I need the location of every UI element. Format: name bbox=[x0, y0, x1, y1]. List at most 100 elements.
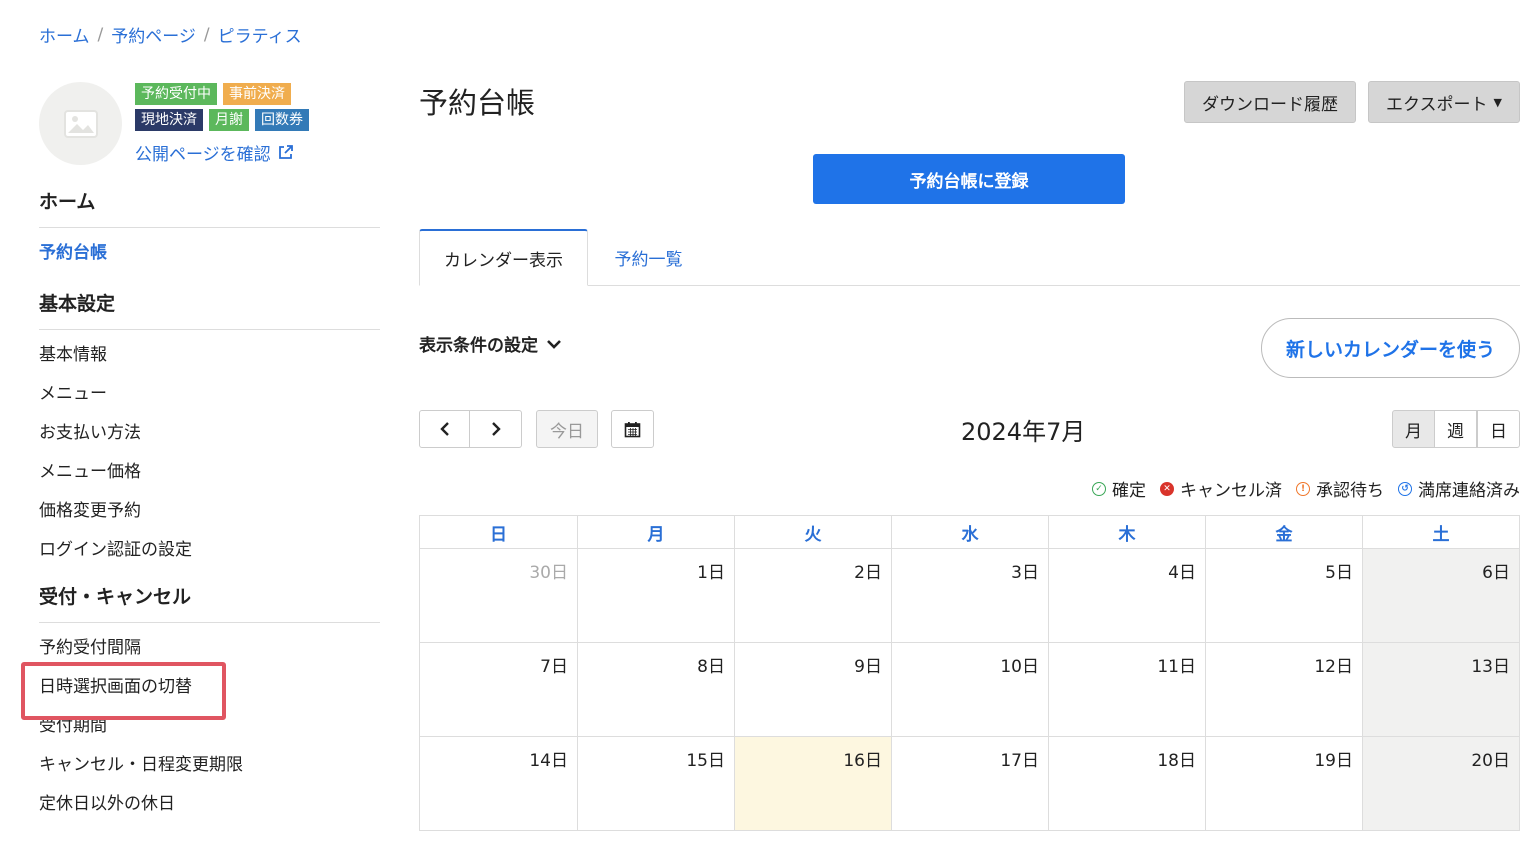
weekday-sun: 日 bbox=[490, 524, 507, 545]
sidebar-item-login-auth[interactable]: ログイン認証の設定 bbox=[39, 537, 380, 583]
sidebar-nav: ホーム 予約台帳 基本設定 基本情報 メニュー お支払い方法 メニュー価格 価格… bbox=[21, 188, 380, 830]
legend-cancelled-label: キャンセル済 bbox=[1180, 481, 1282, 501]
next-month-button[interactable] bbox=[469, 410, 522, 448]
date-picker-button[interactable] bbox=[611, 410, 654, 448]
weekday-sat: 土 bbox=[1362, 516, 1519, 548]
download-history-button[interactable]: ダウンロード履歴 bbox=[1184, 81, 1356, 123]
export-button[interactable]: エクスポート ▼ bbox=[1368, 81, 1520, 123]
caret-down-icon: ▼ bbox=[1493, 95, 1502, 109]
calendar-day-cell[interactable]: 10日 bbox=[891, 643, 1048, 736]
view-week-button[interactable]: 週 bbox=[1434, 410, 1477, 448]
x-circle-icon: ✕ bbox=[1160, 481, 1174, 496]
breadcrumb: ホーム / 予約ページ / ピラティス bbox=[39, 22, 302, 48]
calendar-day-cell[interactable]: 4日 bbox=[1048, 549, 1205, 642]
calendar-week: 14日 15日 16日 17日 18日 19日 20日 bbox=[420, 737, 1519, 831]
chevron-left-icon bbox=[439, 422, 449, 436]
calendar-day-cell[interactable]: 18日 bbox=[1048, 737, 1205, 830]
breadcrumb-home[interactable]: ホーム bbox=[39, 22, 90, 47]
legend-confirmed-label: 確定 bbox=[1112, 481, 1146, 501]
refresh-circle-icon: ↺ bbox=[1398, 481, 1412, 496]
calendar-icon bbox=[624, 421, 641, 437]
sidebar-item-price-change[interactable]: 価格変更予約 bbox=[39, 498, 380, 537]
view-month-button[interactable]: 月 bbox=[1392, 410, 1435, 448]
breadcrumb-separator: / bbox=[97, 24, 104, 45]
new-calendar-button[interactable]: 新しいカレンダーを使う bbox=[1261, 318, 1520, 378]
check-circle-icon: ✓ bbox=[1092, 481, 1106, 496]
calendar-week: 30日 1日 2日 3日 4日 5日 6日 bbox=[420, 549, 1519, 643]
calendar-day-cell[interactable]: 12日 bbox=[1205, 643, 1362, 736]
calendar-day-cell[interactable]: 6日 bbox=[1362, 549, 1519, 642]
chevron-right-icon bbox=[491, 422, 501, 436]
legend-confirmed: ✓ 確定 bbox=[1092, 476, 1146, 501]
badge-onsite-payment: 現地決済 bbox=[135, 109, 203, 131]
exclamation-circle-icon: ! bbox=[1296, 481, 1310, 496]
weekday-fri: 金 bbox=[1205, 516, 1362, 548]
nav-section-reception: 受付・キャンセル bbox=[39, 583, 380, 623]
breadcrumb-separator: / bbox=[203, 24, 210, 45]
calendar-day-cell[interactable]: 20日 bbox=[1362, 737, 1519, 830]
weekday-mon: 月 bbox=[577, 516, 734, 548]
calendar-day-cell[interactable]: 8日 bbox=[577, 643, 734, 736]
register-reservation-button[interactable]: 予約台帳に登録 bbox=[813, 154, 1125, 204]
calendar-day-cell[interactable]: 13日 bbox=[1362, 643, 1519, 736]
calendar-day-cell[interactable]: 5日 bbox=[1205, 549, 1362, 642]
calendar-day-cell[interactable]: 17日 bbox=[891, 737, 1048, 830]
badge-monthly: 月謝 bbox=[209, 109, 249, 131]
public-page-link-label: 公開ページを確認 bbox=[135, 145, 271, 165]
calendar-day-cell[interactable]: 19日 bbox=[1205, 737, 1362, 830]
tab-reservation-list[interactable]: 予約一覧 bbox=[591, 229, 706, 286]
calendar-day-cell[interactable]: 14日 bbox=[420, 737, 577, 830]
calendar-day-cell[interactable]: 30日 bbox=[420, 549, 577, 642]
view-day-button[interactable]: 日 bbox=[1477, 410, 1520, 448]
avatar bbox=[39, 82, 122, 165]
public-page-link[interactable]: 公開ページを確認 bbox=[135, 140, 294, 165]
calendar-weekday-header: 日 月 火 水 木 金 土 bbox=[420, 516, 1519, 549]
badge-accepting: 予約受付中 bbox=[135, 83, 217, 105]
display-conditions-label: 表示条件の設定 bbox=[419, 336, 538, 356]
nav-section-basic-settings: 基本設定 bbox=[39, 290, 380, 330]
calendar-day-cell-today[interactable]: 16日 bbox=[734, 737, 891, 830]
chevron-down-icon bbox=[547, 339, 561, 349]
breadcrumb-reservation-page[interactable]: 予約ページ bbox=[111, 22, 196, 47]
tab-calendar[interactable]: カレンダー表示 bbox=[419, 229, 588, 286]
prev-month-button[interactable] bbox=[419, 410, 470, 448]
sidebar-item-payment-method[interactable]: お支払い方法 bbox=[39, 420, 380, 459]
nav-section-home[interactable]: ホーム bbox=[39, 188, 380, 228]
display-conditions-toggle[interactable]: 表示条件の設定 bbox=[419, 331, 562, 356]
calendar-day-cell[interactable]: 9日 bbox=[734, 643, 891, 736]
calendar-day-cell[interactable]: 7日 bbox=[420, 643, 577, 736]
weekday-thu: 木 bbox=[1048, 516, 1205, 548]
external-link-icon bbox=[278, 145, 293, 159]
calendar-day-cell[interactable]: 1日 bbox=[577, 549, 734, 642]
calendar-day-cell[interactable]: 11日 bbox=[1048, 643, 1205, 736]
export-label: エクスポート bbox=[1386, 94, 1488, 115]
status-legend: ✓ 確定 ✕ キャンセル済 ! 承認待ち ↺ 満席連絡済み bbox=[1092, 476, 1520, 501]
sidebar-item-menu[interactable]: メニュー bbox=[39, 381, 380, 420]
calendar-day-cell[interactable]: 15日 bbox=[577, 737, 734, 830]
breadcrumb-current[interactable]: ピラティス bbox=[218, 22, 302, 47]
badge-tickets: 回数券 bbox=[255, 109, 309, 131]
status-badges: 予約受付中 事前決済 現地決済 月謝 回数券 bbox=[135, 83, 385, 135]
calendar-month-title: 2024年7月 bbox=[961, 418, 1086, 446]
legend-full: ↺ 満席連絡済み bbox=[1398, 476, 1520, 501]
calendar-day-cell[interactable]: 2日 bbox=[734, 549, 891, 642]
calendar-week: 7日 8日 9日 10日 11日 12日 13日 bbox=[420, 643, 1519, 737]
sidebar-item-basic-info[interactable]: 基本情報 bbox=[39, 342, 380, 381]
sidebar-item-reservation-book[interactable]: 予約台帳 bbox=[39, 240, 380, 290]
legend-full-label: 満席連絡済み bbox=[1418, 481, 1520, 501]
sidebar-item-datetime-screen[interactable]: 日時選択画面の切替 bbox=[21, 662, 380, 720]
weekday-tue: 火 bbox=[734, 516, 891, 548]
legend-pending-label: 承認待ち bbox=[1316, 481, 1384, 501]
today-button[interactable]: 今日 bbox=[536, 410, 598, 448]
legend-cancelled: ✕ キャンセル済 bbox=[1160, 476, 1282, 501]
calendar-grid: 日 月 火 水 木 金 土 30日 1日 2日 3日 4日 5日 6日 7日 8… bbox=[419, 515, 1520, 831]
sidebar-item-holidays[interactable]: 定休日以外の休日 bbox=[39, 791, 380, 830]
view-tabs: カレンダー表示 予約一覧 bbox=[419, 229, 1520, 286]
weekday-wed: 水 bbox=[891, 516, 1048, 548]
legend-pending: ! 承認待ち bbox=[1296, 476, 1384, 501]
calendar-day-cell[interactable]: 3日 bbox=[891, 549, 1048, 642]
image-placeholder-icon bbox=[63, 109, 98, 138]
sidebar-item-cancel-deadline[interactable]: キャンセル・日程変更期限 bbox=[39, 752, 380, 791]
sidebar-item-menu-price[interactable]: メニュー価格 bbox=[39, 459, 380, 498]
page-title: 予約台帳 bbox=[419, 86, 536, 120]
